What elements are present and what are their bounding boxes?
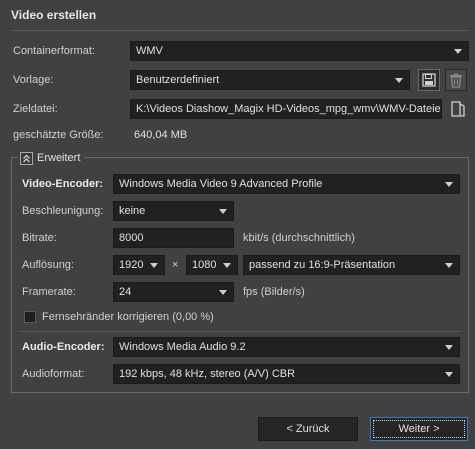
target-file-label: Zieldatei: (13, 103, 58, 115)
save-icon (422, 73, 436, 87)
chevron-up-icon (23, 154, 30, 162)
framerate-dropdown[interactable]: 24 (113, 282, 234, 302)
tv-border-option[interactable]: Fernsehränder korrigieren (0,00 %) (24, 311, 214, 323)
chevron-down-icon (445, 345, 453, 350)
next-button[interactable]: Weiter > (370, 417, 468, 441)
audio-format-label: Audioformat: (22, 368, 85, 380)
estimated-size-value: 640,04 MB (134, 129, 188, 141)
container-format-dropdown[interactable]: WMV (130, 41, 469, 61)
framerate-unit: fps (Bilder/s) (243, 286, 305, 298)
back-button[interactable]: < Zurück (258, 417, 358, 441)
acceleration-value: keine (119, 205, 146, 217)
group-divider (20, 331, 462, 332)
delete-preset-button[interactable] (445, 69, 467, 91)
audio-format-dropdown[interactable]: 192 kbps, 48 kHz, stereo (A/V) CBR (113, 364, 460, 384)
audio-encoder-label: Audio-Encoder: (22, 341, 105, 353)
dialog-title: Video erstellen (11, 8, 97, 22)
save-preset-button[interactable] (418, 69, 440, 91)
resolution-preset-value: passend zu 16:9-Präsentation (249, 259, 396, 271)
folder-open-icon (451, 101, 465, 117)
video-encoder-dropdown[interactable]: Windows Media Video 9 Advanced Profile (113, 174, 460, 194)
chevron-down-icon (223, 263, 231, 268)
chevron-down-icon (395, 78, 403, 83)
preset-dropdown[interactable]: Benutzerdefiniert (130, 70, 410, 90)
bitrate-value: 8000 (119, 232, 144, 244)
trash-icon (450, 73, 462, 88)
resolution-preset-dropdown[interactable]: passend zu 16:9-Präsentation (243, 255, 460, 275)
preset-value: Benutzerdefiniert (136, 74, 220, 86)
title-divider (11, 30, 469, 31)
resolution-times: × (172, 259, 179, 271)
browse-folder-button[interactable] (448, 99, 468, 119)
resolution-width-value: 1920 (119, 259, 144, 271)
video-encoder-value: Windows Media Video 9 Advanced Profile (119, 178, 323, 190)
bitrate-label: Bitrate: (22, 232, 57, 244)
bitrate-unit: kbit/s (durchschnittlich) (243, 232, 355, 244)
target-file-input[interactable]: K:\Videos Diashow_Magix HD-Videos_mpg_wm… (130, 99, 442, 119)
audio-encoder-value: Windows Media Audio 9.2 (119, 341, 246, 353)
video-encoder-label: Video-Encoder: (22, 178, 104, 190)
resolution-label: Auflösung: (22, 259, 74, 271)
target-file-value: K:\Videos Diashow_Magix HD-Videos_mpg_wm… (136, 103, 442, 115)
advanced-header-label: Erweitert (37, 152, 81, 164)
tv-border-checkbox[interactable] (24, 311, 36, 323)
framerate-value: 24 (119, 286, 132, 298)
chevron-down-icon (445, 263, 453, 268)
estimated-size-label: geschätzte Größe: (13, 129, 104, 141)
resolution-height-value: 1080 (192, 259, 217, 271)
acceleration-label: Beschleunigung: (22, 205, 104, 217)
tv-border-label: Fernsehränder korrigieren (0,00 %) (42, 311, 214, 323)
chevron-down-icon (454, 49, 462, 54)
container-format-label: Containerformat: (13, 45, 95, 57)
advanced-group-header[interactable]: Erweitert (18, 150, 85, 166)
preset-label: Vorlage: (13, 74, 54, 86)
resolution-height-dropdown[interactable]: 1080 (186, 255, 238, 275)
audio-format-value: 192 kbps, 48 kHz, stereo (A/V) CBR (119, 368, 296, 380)
chevron-down-icon (150, 263, 158, 268)
chevron-down-icon (445, 182, 453, 187)
bitrate-input[interactable]: 8000 (113, 228, 234, 248)
collapse-icon[interactable] (20, 151, 33, 165)
audio-encoder-dropdown[interactable]: Windows Media Audio 9.2 (113, 337, 460, 357)
resolution-width-dropdown[interactable]: 1920 (113, 255, 165, 275)
acceleration-dropdown[interactable]: keine (113, 201, 234, 221)
framerate-label: Framerate: (22, 286, 76, 298)
chevron-down-icon (219, 290, 227, 295)
chevron-down-icon (445, 372, 453, 377)
container-format-value: WMV (136, 45, 163, 57)
chevron-down-icon (219, 209, 227, 214)
